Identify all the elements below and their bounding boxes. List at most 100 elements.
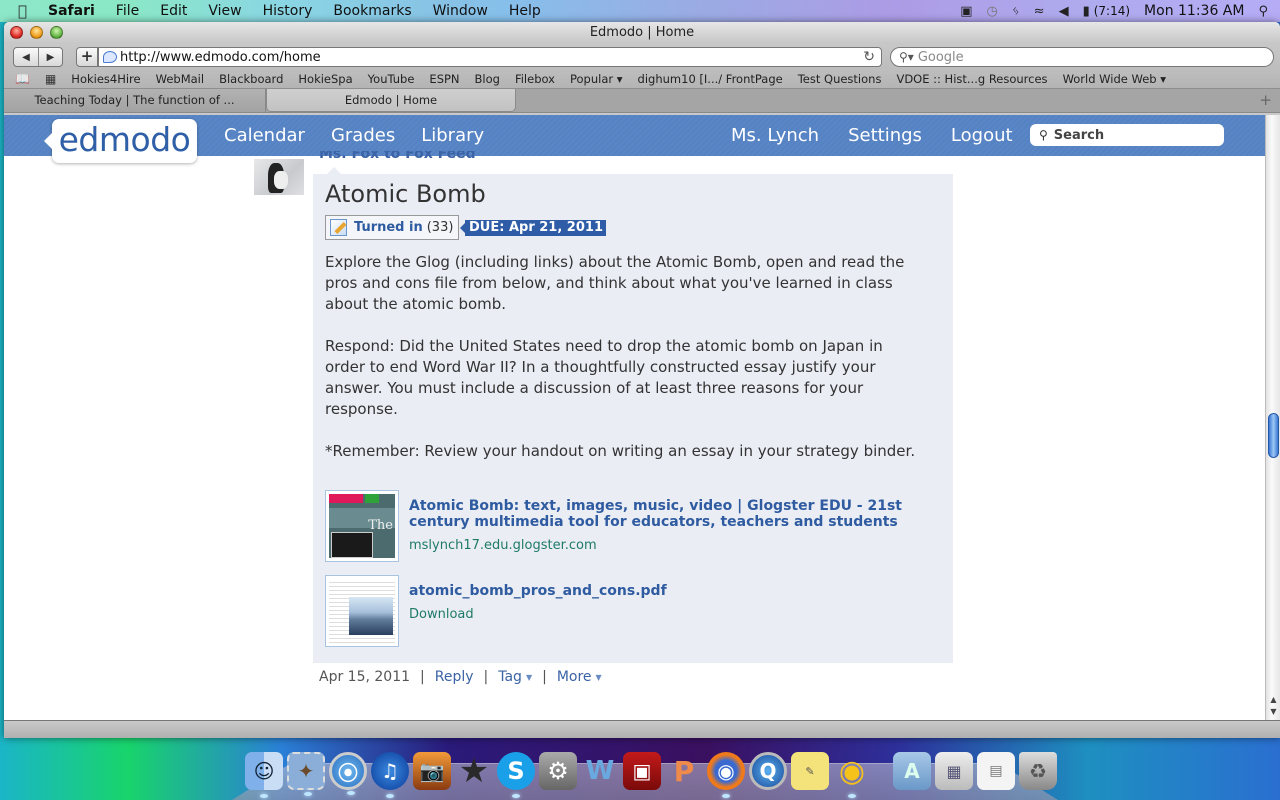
bookmark-item[interactable]: WebMail (156, 72, 204, 86)
menu-bookmarks[interactable]: Bookmarks (333, 3, 411, 19)
dock-itunes-icon[interactable]: ♫ (371, 752, 409, 798)
back-button[interactable]: ◀ (14, 48, 38, 66)
tag-dropdown[interactable]: Tag (498, 669, 522, 685)
dock-imovie-icon[interactable]: ★ (455, 751, 493, 791)
menu-help[interactable]: Help (509, 3, 541, 19)
bookmark-item[interactable]: Test Questions (798, 72, 882, 86)
menu-edit[interactable]: Edit (160, 3, 187, 19)
turned-in-button[interactable]: Turned in (33) (325, 215, 460, 240)
bookmark-item[interactable]: Filebox (515, 72, 555, 86)
bluetooth-icon[interactable]: ᛃ (1012, 4, 1020, 19)
edmodo-logo[interactable]: edmodo (44, 119, 197, 163)
glogster-thumbnail[interactable]: The (325, 490, 399, 562)
menu-view[interactable]: View (208, 3, 241, 19)
download-link[interactable]: Download (409, 607, 474, 622)
dock-preview-stack-icon[interactable]: ▦ (935, 752, 973, 790)
bookmark-item[interactable]: ESPN (429, 72, 459, 86)
wifi-icon[interactable]: ≈ (1034, 4, 1045, 19)
mac-menubar:  Safari File Edit View History Bookmark… (0, 0, 1280, 22)
google-search-placeholder: Google (917, 49, 964, 65)
time-machine-icon[interactable]: ◷ (987, 4, 998, 19)
dock-trash-icon[interactable]: ♻ (1019, 752, 1057, 790)
nav-profile[interactable]: Ms. Lynch (731, 125, 819, 146)
dock-photo-booth-icon[interactable]: ▣ (623, 752, 661, 790)
battery-time: (7:14) (1093, 4, 1131, 18)
tab-teaching-today[interactable]: Teaching Today | The function of ... (4, 89, 266, 112)
reply-link[interactable]: Reply (435, 669, 474, 685)
menu-app-safari[interactable]: Safari (48, 3, 95, 19)
window-titlebar[interactable]: Edmodo | Home (4, 22, 1280, 44)
chevron-down-icon[interactable]: ▼ (526, 673, 532, 682)
dock-safari-icon[interactable]: ⦿ (329, 752, 367, 795)
menu-window[interactable]: Window (433, 3, 488, 19)
menubar-clock[interactable]: Mon 11:36 AM (1144, 3, 1244, 19)
zoom-window-button[interactable] (50, 26, 63, 39)
divider: | (542, 669, 547, 685)
chevron-down-icon[interactable]: ▼ (596, 673, 602, 682)
bookmark-folder[interactable]: Popular ▾ (570, 72, 623, 86)
main-nav: Calendar Grades Library (224, 115, 484, 156)
apple-menu-icon[interactable]:  (18, 3, 34, 19)
vertical-scrollbar[interactable]: ▲ ▼ (1265, 115, 1280, 720)
reload-icon[interactable]: ↻ (863, 49, 875, 65)
scrollbar-thumb[interactable] (1268, 413, 1279, 458)
attachment-title-link[interactable]: Atomic Bomb: text, images, music, video … (409, 498, 939, 530)
bookmarks-book-icon[interactable]: 📖 (15, 72, 30, 86)
nav-library[interactable]: Library (421, 125, 484, 146)
nav-calendar[interactable]: Calendar (224, 125, 305, 146)
display-mirroring-icon[interactable]: ▣ (960, 4, 972, 19)
close-window-button[interactable] (10, 26, 23, 39)
dock-documents-stack-icon[interactable]: ▤ (977, 752, 1015, 790)
assignment-title[interactable]: Atomic Bomb (325, 180, 486, 208)
dock-iphoto-icon[interactable]: 📷 (413, 752, 451, 790)
url-text[interactable]: http://www.edmodo.com/home (120, 50, 321, 65)
menu-history[interactable]: History (263, 3, 313, 19)
edmodo-search-input[interactable]: ⚲ Search (1030, 124, 1224, 146)
due-date-badge: DUE: Apr 21, 2011 (460, 220, 606, 236)
scroll-down-arrow-icon[interactable]: ▼ (1266, 706, 1280, 718)
add-bookmark-button[interactable]: + (76, 47, 98, 67)
forward-button[interactable]: ▶ (38, 48, 62, 66)
nav-grades[interactable]: Grades (331, 125, 395, 146)
bookmarks-bar: 📖 ▦ Hokies4Hire WebMail Blackboard Hokie… (4, 69, 1280, 89)
bookmark-folder[interactable]: World Wide Web ▾ (1063, 72, 1166, 86)
battery-icon[interactable]: ▮ (1083, 4, 1090, 19)
google-search-field[interactable]: ⚲▾ Google (890, 47, 1274, 67)
dock-system-preferences-icon[interactable]: ⚙ (539, 752, 577, 790)
menu-file[interactable]: File (116, 3, 139, 19)
nav-settings[interactable]: Settings (848, 125, 922, 146)
post-sender-line[interactable]: Ms. Fox to Fox Feed (319, 151, 476, 163)
bookmark-item[interactable]: Hokies4Hire (71, 72, 140, 86)
top-sites-grid-icon[interactable]: ▦ (45, 72, 56, 86)
bookmark-item[interactable]: VDOE :: Hist...g Resources (896, 72, 1047, 86)
nav-logout[interactable]: Logout (951, 125, 1013, 146)
scroll-up-arrow-icon[interactable]: ▲ (1266, 694, 1280, 706)
dock-cyberduck-icon[interactable]: ◉ (833, 752, 871, 798)
dock-firefox-icon[interactable]: ◉ (707, 752, 745, 798)
pdf-thumbnail[interactable] (325, 575, 399, 647)
dock-mail-icon[interactable]: ✦ (287, 752, 325, 796)
minimize-window-button[interactable] (30, 26, 43, 39)
address-bar[interactable]: http://www.edmodo.com/home ↻ (98, 47, 882, 67)
dock-finder-icon[interactable]: ☺ (245, 752, 283, 798)
search-icon[interactable]: ⚲▾ (899, 50, 914, 64)
bookmark-item[interactable]: dighum10 [I.../ FrontPage (638, 72, 783, 86)
dock-word-icon[interactable]: W (581, 752, 619, 790)
dock-skype-icon[interactable]: S (497, 752, 535, 798)
author-avatar[interactable] (254, 159, 304, 195)
bookmark-item[interactable]: Blog (475, 72, 500, 86)
dock-applications-folder-icon[interactable]: A (893, 752, 931, 790)
attachment-filename-link[interactable]: atomic_bomb_pros_and_cons.pdf (409, 583, 939, 599)
new-tab-icon[interactable]: + (1259, 91, 1272, 109)
volume-icon[interactable]: ◀ (1059, 4, 1069, 19)
tab-edmodo-home[interactable]: Edmodo | Home (266, 89, 516, 112)
dock-stickies-icon[interactable]: ✎ (791, 752, 829, 790)
bookmark-item[interactable]: HokieSpa (298, 72, 352, 86)
bookmark-item[interactable]: Blackboard (219, 72, 283, 86)
dock-quicktime-icon[interactable]: Q (749, 752, 787, 790)
attachment-domain[interactable]: mslynch17.edu.glogster.com (409, 538, 597, 553)
bookmark-item[interactable]: YouTube (368, 72, 415, 86)
spotlight-icon[interactable]: ⚲ (1258, 4, 1268, 19)
more-dropdown[interactable]: More (557, 669, 592, 685)
dock-powerpoint-icon[interactable]: P (665, 752, 703, 790)
